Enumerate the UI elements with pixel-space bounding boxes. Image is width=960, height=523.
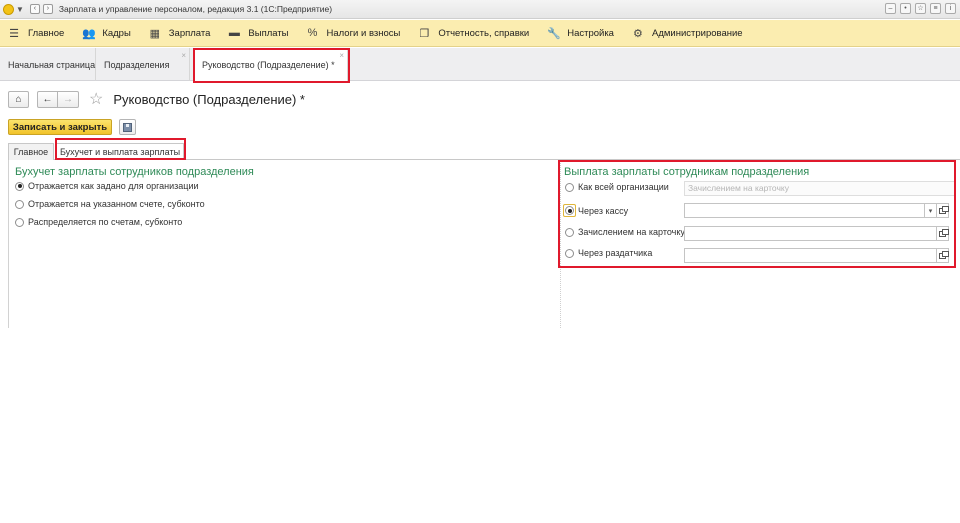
section-tabs: Начальная страница Подразделения × Руков…: [0, 48, 960, 82]
close-icon[interactable]: ×: [181, 51, 186, 60]
menu-item-label: Кадры: [102, 27, 131, 39]
menu-item-settings[interactable]: 🔧 Настройка: [538, 20, 623, 47]
radio-label: Отражается как задано для организации: [28, 181, 199, 191]
menu-item-salary[interactable]: ▦ Зарплата: [140, 20, 220, 47]
app-menu-arrow-icon[interactable]: ▼: [16, 5, 24, 14]
menu-item-main[interactable]: ☰ Главное: [0, 20, 73, 47]
history-icon[interactable]: ≡: [930, 3, 941, 14]
wrench-icon: 🔧: [547, 27, 561, 40]
highlight-frame-payment-group: [558, 160, 956, 268]
tab-label: Начальная страница: [8, 59, 96, 70]
page-title: Руководство (Подразделение) *: [113, 91, 305, 107]
panel-left-border: [8, 160, 9, 328]
main-menu: ☰ Главное 👥 Кадры ▦ Зарплата ▬ Выплаты %…: [0, 20, 960, 47]
percent-icon: %: [307, 27, 318, 39]
save-and-close-button[interactable]: Записать и закрыть: [8, 119, 112, 135]
save-button[interactable]: [119, 119, 136, 135]
title-back-icon[interactable]: ‹: [29, 4, 40, 14]
forward-button[interactable]: →: [58, 90, 79, 108]
menu-item-label: Выплаты: [248, 27, 289, 39]
radio-label: Распределяется по счетам, субконто: [28, 217, 183, 227]
title-nav-buttons: ‹ ›: [29, 4, 53, 14]
tab-departments[interactable]: Подразделения ×: [96, 48, 190, 81]
bell-icon[interactable]: •: [900, 3, 911, 14]
menu-item-label: Администрирование: [651, 27, 743, 39]
accounting-option-org[interactable]: Отражается как задано для организации: [15, 181, 199, 191]
form-header: ⌂ ← → ☆ Руководство (Подразделение) *: [8, 89, 305, 109]
menu-item-label: Настройка: [567, 27, 614, 39]
title-forward-icon[interactable]: ›: [42, 4, 53, 14]
window-title-bar: ▼ ‹ › Зарплата и управление персоналом, …: [0, 0, 960, 19]
menu-item-label: Главное: [28, 27, 65, 39]
people-icon: 👥: [82, 27, 97, 40]
gear-icon: ⚙: [633, 27, 643, 40]
accounting-option-distribute[interactable]: Распределяется по счетам, субконто: [15, 217, 182, 227]
history-nav: ← →: [37, 90, 79, 108]
star-icon[interactable]: ☆: [915, 3, 926, 14]
highlight-frame-tab: [193, 48, 350, 83]
radio-label: Отражается на указанном счете, субконто: [28, 199, 205, 209]
info-icon[interactable]: i: [945, 3, 956, 14]
minimize-icon[interactable]: –: [885, 3, 896, 14]
accounting-option-account[interactable]: Отражается на указанном счете, субконто: [15, 199, 205, 209]
favorite-star-icon[interactable]: ☆: [89, 89, 103, 109]
menu-item-taxes[interactable]: % Налоги и взносы: [298, 20, 410, 47]
calculator-icon: ▦: [149, 27, 160, 40]
tab-label: Главное: [13, 147, 49, 157]
menu-item-label: Отчетность, справки: [438, 27, 530, 39]
radio-button[interactable]: [15, 181, 24, 191]
menu-item-personnel[interactable]: 👥 Кадры: [73, 20, 139, 47]
documents-icon: ❐: [419, 27, 430, 40]
tab-main[interactable]: Главное: [8, 143, 54, 160]
menu-item-payments[interactable]: ▬ Выплаты: [219, 20, 297, 47]
save-disk-icon: [123, 122, 132, 132]
home-button[interactable]: ⌂: [8, 90, 29, 108]
home-icon: ⌂: [15, 93, 22, 105]
accounting-group-title: Бухучет зарплаты сотрудников подразделен…: [15, 166, 254, 178]
highlight-frame-form-tab: [55, 138, 186, 160]
window-controls: – • ☆ ≡ i: [885, 3, 956, 14]
back-button[interactable]: ←: [37, 90, 58, 108]
menu-item-administration[interactable]: ⚙ Администрирование: [623, 20, 752, 47]
money-icon: ▬: [228, 27, 240, 39]
radio-button[interactable]: [15, 217, 24, 227]
tab-label: Подразделения: [104, 59, 170, 70]
app-logo-icon[interactable]: [3, 3, 14, 15]
window-title: Зарплата и управление персоналом, редакц…: [58, 4, 333, 14]
radio-button[interactable]: [15, 199, 24, 209]
arrow-right-icon: →: [63, 93, 73, 105]
menu-item-reports[interactable]: ❐ Отчетность, справки: [409, 20, 538, 47]
tab-start-page[interactable]: Начальная страница: [0, 48, 96, 81]
menu-item-label: Зарплата: [168, 27, 211, 39]
menu-item-label: Налоги и взносы: [326, 27, 401, 39]
arrow-left-icon: ←: [42, 93, 53, 105]
menu-lines-icon: ☰: [9, 27, 19, 40]
